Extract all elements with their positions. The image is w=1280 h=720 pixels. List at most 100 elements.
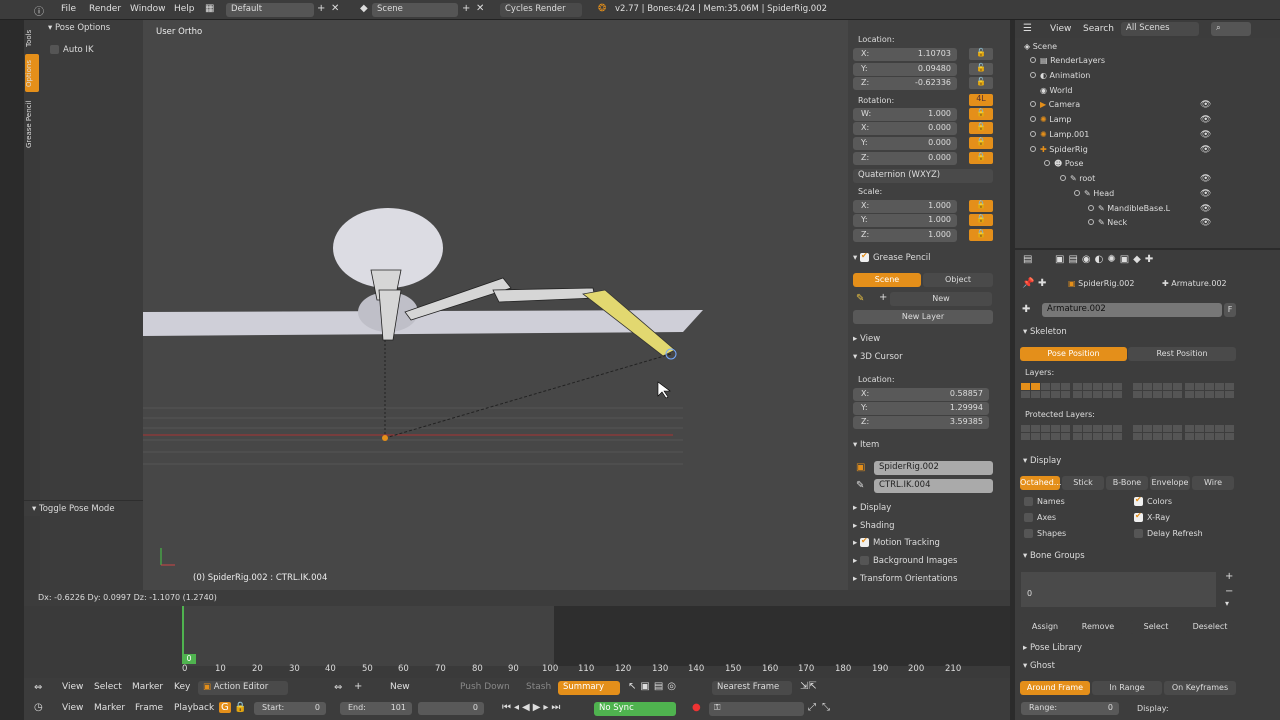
push-down-button[interactable]: Push Down bbox=[460, 682, 510, 692]
menu-help[interactable]: Help bbox=[174, 4, 195, 14]
lock-icon[interactable]: 🔒 bbox=[969, 200, 993, 212]
scale-y-field[interactable]: Y: 1.000 bbox=[853, 214, 957, 227]
bone-groups-list[interactable]: 0 bbox=[1021, 572, 1216, 607]
rotation-4l-toggle[interactable]: 4L bbox=[969, 94, 993, 106]
protected-grid-2[interactable] bbox=[1073, 425, 1122, 440]
shading-panel-header[interactable]: ▸ Shading bbox=[853, 521, 895, 531]
tl-marker-menu[interactable]: Marker bbox=[94, 703, 125, 713]
cursor-x-field[interactable]: X: 0.58857 bbox=[853, 388, 989, 401]
3d-cursor-panel-header[interactable]: ▾ 3D Cursor bbox=[853, 352, 903, 362]
gp-new-button[interactable]: New bbox=[890, 292, 992, 306]
outliner-search-field[interactable]: ⌕ bbox=[1211, 22, 1251, 36]
snap-select[interactable]: Nearest Frame bbox=[712, 681, 792, 695]
scale-z-field[interactable]: Z: 1.000 bbox=[853, 229, 957, 242]
gp-object-button[interactable]: Object bbox=[923, 273, 993, 287]
cursor-y-field[interactable]: Y: 1.29994 bbox=[853, 402, 989, 415]
shapes-checkbox[interactable]: Shapes bbox=[1024, 529, 1066, 538]
layers-grid-2[interactable] bbox=[1073, 383, 1122, 398]
outliner-item-lamp001[interactable]: ✺ Lamp.001 bbox=[1030, 128, 1089, 142]
outliner-view-menu[interactable]: View bbox=[1050, 24, 1071, 34]
ghost-header[interactable]: ▾ Ghost bbox=[1023, 661, 1055, 671]
armature-data-name-field[interactable]: Armature.002 bbox=[1042, 303, 1222, 317]
pin-icon[interactable]: 📌 bbox=[1022, 278, 1034, 289]
lock-icon[interactable]: 🔓 bbox=[969, 63, 993, 75]
add-scene-icon[interactable]: + bbox=[462, 3, 470, 14]
display-wire-button[interactable]: Wire bbox=[1192, 476, 1234, 490]
tab-grease-pencil[interactable]: Grease Pencil bbox=[25, 96, 39, 152]
grease-pencil-header[interactable]: ▾ Grease Pencil bbox=[853, 251, 931, 263]
outliner-item-scene[interactable]: ◈ Scene bbox=[1024, 40, 1057, 54]
display-panel-header[interactable]: ▸ Display bbox=[853, 503, 891, 513]
insert-keyframe-icon[interactable]: ⤢ bbox=[808, 702, 816, 713]
properties-icon[interactable]: ▤ bbox=[1023, 254, 1032, 265]
display-stick-button[interactable]: Stick bbox=[1062, 476, 1104, 490]
menu-window[interactable]: Window bbox=[130, 4, 166, 14]
auto-ik-checkbox[interactable]: Auto IK bbox=[50, 45, 94, 55]
keying-set-field[interactable]: ⚿ bbox=[709, 702, 804, 716]
remove-bone-group-icon[interactable]: − bbox=[1225, 586, 1233, 597]
playback-controls-icon[interactable]: ⏮◂◀▶▸⏭ bbox=[502, 702, 563, 713]
outliner-item-animation[interactable]: ◐ Animation bbox=[1030, 69, 1090, 83]
screen-layout-icon[interactable]: ▦ bbox=[205, 3, 214, 14]
pose-position-button[interactable]: Pose Position bbox=[1020, 347, 1127, 361]
menu-render[interactable]: Render bbox=[89, 4, 121, 14]
ds-marker-menu[interactable]: Marker bbox=[132, 682, 163, 692]
add-action-icon[interactable]: + bbox=[354, 681, 362, 692]
tab-tools[interactable]: Tools bbox=[25, 26, 39, 50]
add-bone-group-icon[interactable]: + bbox=[1225, 571, 1233, 582]
bone-groups-header[interactable]: ▾ Bone Groups bbox=[1023, 551, 1085, 561]
rotation-y-field[interactable]: Y: 0.000 bbox=[853, 137, 957, 150]
gp-scene-button[interactable]: Scene bbox=[853, 273, 921, 287]
editor-type-icon[interactable]: ⇔ bbox=[34, 682, 42, 693]
menu-file[interactable]: File bbox=[61, 4, 76, 14]
outliner-item-world[interactable]: ◉ World bbox=[1040, 84, 1072, 98]
3d-viewport[interactable]: User Ortho (0) SpiderRig.002 : CTRL.IK.0… bbox=[143, 20, 848, 590]
visibility-eye-icon[interactable]: 👁 bbox=[1200, 174, 1211, 184]
protected-grid-1[interactable] bbox=[1021, 425, 1070, 440]
outliner-item-pose[interactable]: ☻ Pose bbox=[1044, 157, 1083, 171]
outliner-item-lamp[interactable]: ✺ Lamp bbox=[1030, 113, 1071, 127]
item-bone-name-field[interactable]: CTRL.IK.004 bbox=[874, 479, 993, 493]
lock-icon[interactable]: 🔒 bbox=[969, 214, 993, 226]
outliner-filter-select[interactable]: All Scenes bbox=[1121, 22, 1199, 36]
layers-grid-4[interactable] bbox=[1185, 383, 1234, 398]
stash-button[interactable]: Stash bbox=[526, 682, 551, 692]
motion-tracking-header[interactable]: ▸ Motion Tracking bbox=[853, 536, 940, 548]
action-icon[interactable]: ⇔ bbox=[334, 682, 342, 693]
clock-icon[interactable]: ◷ bbox=[34, 702, 43, 713]
rotation-x-field[interactable]: X: 0.000 bbox=[853, 122, 957, 135]
fake-user-button[interactable]: F bbox=[1224, 303, 1236, 317]
render-engine-select[interactable]: Cycles Render bbox=[500, 3, 582, 17]
visibility-eye-icon[interactable]: 👁 bbox=[1200, 189, 1211, 199]
mode-select[interactable]: ▣ Action Editor bbox=[198, 681, 288, 695]
deselect-button[interactable]: Deselect bbox=[1184, 620, 1236, 634]
pose-options-header[interactable]: ▾ Pose Options bbox=[48, 23, 110, 33]
outliner-item-spiderrig[interactable]: ✚ SpiderRig bbox=[1030, 143, 1088, 157]
outliner-icon[interactable]: ☰ bbox=[1023, 23, 1032, 34]
outliner-item-camera[interactable]: ▶ Camera bbox=[1030, 98, 1080, 112]
lock-icon[interactable]: 🔒 bbox=[969, 137, 993, 149]
assign-button[interactable]: Assign bbox=[1020, 620, 1070, 634]
visibility-eye-icon[interactable]: 👁 bbox=[1200, 130, 1211, 140]
lock-icon[interactable]: 🔒 bbox=[969, 108, 993, 120]
location-z-field[interactable]: Z: -0.62336 bbox=[853, 77, 957, 90]
tl-playback-menu[interactable]: Playback bbox=[174, 703, 214, 713]
transform-orientations-header[interactable]: ▸ Transform Orientations bbox=[853, 574, 957, 584]
ghost-in-range-button[interactable]: In Range bbox=[1092, 681, 1162, 695]
layers-grid-3[interactable] bbox=[1133, 383, 1182, 398]
scene-field[interactable]: Scene bbox=[372, 3, 458, 17]
cursor-z-field[interactable]: Z: 3.59385 bbox=[853, 416, 989, 429]
visibility-eye-icon[interactable]: 👁 bbox=[1200, 100, 1211, 110]
location-y-field[interactable]: Y: 0.09480 bbox=[853, 63, 957, 76]
remove-button[interactable]: Remove bbox=[1072, 620, 1124, 634]
remove-scene-icon[interactable]: ✕ bbox=[476, 3, 484, 14]
outliner-item-renderlayers[interactable]: ▤ RenderLayers bbox=[1030, 54, 1105, 68]
current-frame-marker[interactable]: 0 bbox=[182, 654, 196, 664]
item-panel-header[interactable]: ▾ Item bbox=[853, 440, 879, 450]
rotation-mode-select[interactable]: Quaternion (WXYZ) bbox=[853, 169, 993, 183]
add-icon[interactable]: + bbox=[879, 292, 887, 303]
tl-view-menu[interactable]: View bbox=[62, 703, 83, 713]
copy-paste-icon[interactable]: ⇲⇱ bbox=[800, 681, 817, 692]
rotation-z-field[interactable]: Z: 0.000 bbox=[853, 152, 957, 165]
preview-range-icon[interactable]: G bbox=[219, 702, 231, 713]
